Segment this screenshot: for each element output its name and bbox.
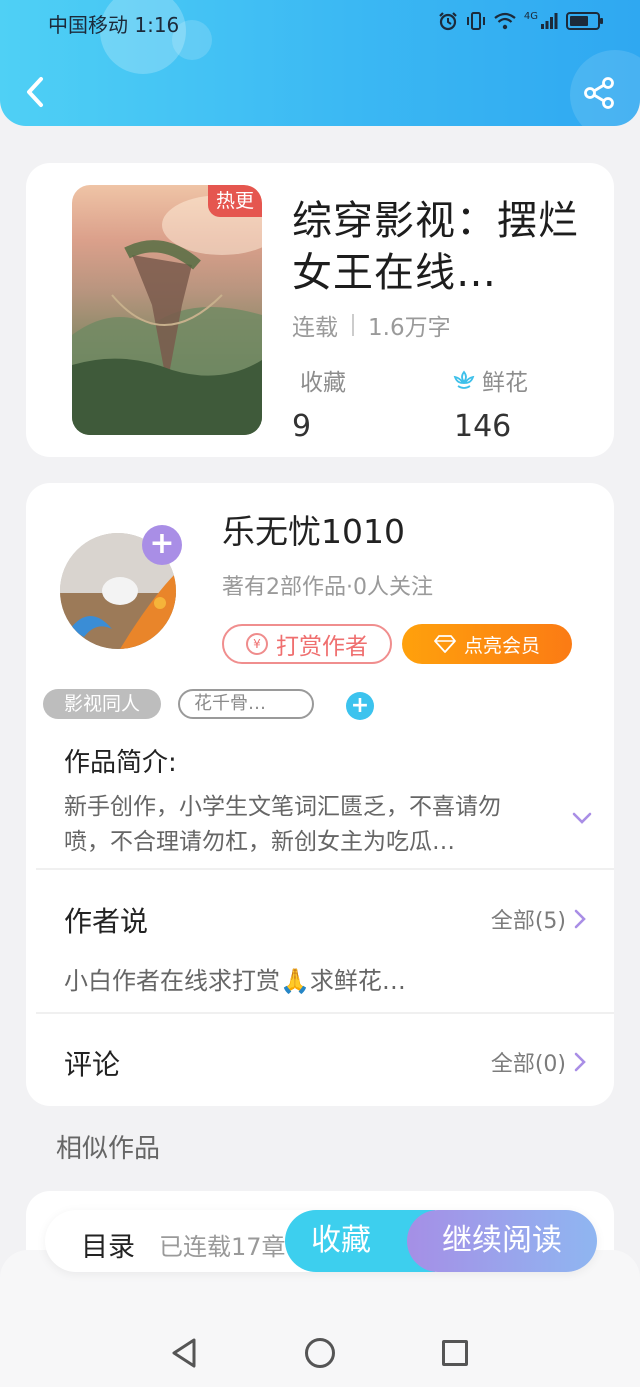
continue-reading-button[interactable]: 继续阅读 (407, 1210, 597, 1272)
author-says-text[interactable]: 小白作者在线求打赏🙏求鲜花… (64, 961, 406, 996)
author-stats: 著有2部作品·0人关注 (222, 575, 433, 600)
nav-recents-icon[interactable] (442, 1340, 468, 1366)
section-divider (36, 1012, 614, 1014)
author-avatar-wrap: + (60, 525, 184, 657)
action-bar: 目录 已连载17章 收藏 继续阅读 (45, 1210, 597, 1272)
network-type: 4G (523, 10, 538, 22)
book-word-count: 1.6万字 (368, 315, 451, 341)
status-carrier-time: 中国移动 1:16 (48, 13, 180, 37)
flowers-stat[interactable]: 鲜花 (452, 363, 528, 397)
book-info-card: 热更 综穿影视：摆烂女王在线… 连载 1.6万字 收藏 9 鲜花 146 (26, 163, 614, 457)
yen-coin-icon: ¥ (246, 633, 268, 655)
nav-back-icon[interactable] (170, 1337, 198, 1369)
flowers-label: 鲜花 (482, 370, 528, 396)
author-says-heading: 作者说 (64, 905, 149, 938)
tag-chip[interactable]: 影视同人 (43, 689, 161, 719)
nav-home-icon[interactable] (305, 1338, 335, 1368)
chapter-count[interactable]: 已连载17章 (159, 1227, 286, 1262)
book-status: 连载 (292, 315, 338, 341)
vip-button[interactable]: 点亮会员 (402, 624, 572, 664)
back-button[interactable] (20, 74, 52, 110)
chevron-right-icon (574, 1052, 586, 1072)
comments-heading: 评论 (64, 1048, 121, 1081)
vip-label: 点亮会员 (463, 634, 540, 657)
hot-update-badge: 热更 (208, 185, 262, 217)
meta-divider (352, 314, 354, 336)
add-tag-button[interactable]: + (346, 692, 374, 720)
header-bar: 中国移动 1:16 4G (0, 0, 640, 126)
book-meta: 连载 1.6万字 (292, 308, 451, 342)
diamond-icon (434, 635, 456, 653)
similar-works-heading: 相似作品 (56, 1134, 161, 1164)
share-button[interactable] (582, 76, 616, 110)
comments-more-label: 全部(0) (490, 1052, 566, 1077)
section-divider (36, 868, 614, 870)
comments-more-link[interactable]: 全部(0) (491, 1046, 586, 1078)
book-title: 综穿影视：摆烂女王在线… (292, 198, 579, 296)
flower-icon (453, 370, 475, 389)
cover-illustration (72, 195, 262, 435)
follow-author-button[interactable]: + (142, 525, 182, 565)
favorites-label: 收藏 (300, 370, 346, 396)
alarm-icon (439, 12, 457, 31)
favorites-count: 9 (292, 409, 312, 444)
chevron-down-icon[interactable] (570, 806, 594, 830)
flowers-count: 146 (454, 409, 512, 444)
toc-button[interactable]: 目录 (81, 1225, 135, 1264)
tip-author-button[interactable]: ¥ 打赏作者 (222, 624, 392, 664)
tip-author-label: 打赏作者 (276, 634, 368, 660)
tag-chip[interactable]: 花千骨… (178, 689, 314, 719)
signal-icon (541, 13, 558, 29)
book-cover[interactable]: 热更 (72, 185, 262, 435)
battery-icon (566, 12, 603, 30)
author-name[interactable]: 乐无忧1010 (222, 505, 405, 553)
author-says-more-link[interactable]: 全部(5) (491, 903, 586, 935)
author-says-more-label: 全部(5) (490, 909, 566, 934)
author-detail-card: + 乐无忧1010 著有2部作品·0人关注 ¥ 打赏作者 点亮会员 影视同人 花… (26, 483, 614, 1106)
chevron-right-icon (574, 909, 586, 929)
intro-text[interactable]: 新手创作，小学生文笔词汇匮乏，不喜请勿喷，不合理请勿杠，新创女主为吃瓜… (64, 790, 534, 860)
intro-heading: 作品简介: (64, 748, 177, 778)
book-detail-page: 中国移动 1:16 4G 热更 综穿影视：摆烂女王在线… 连载 1.6万字 收藏… (0, 0, 640, 1387)
vibrate-icon (466, 12, 485, 30)
wifi-icon (494, 12, 516, 30)
status-icons: 4G (438, 8, 603, 34)
